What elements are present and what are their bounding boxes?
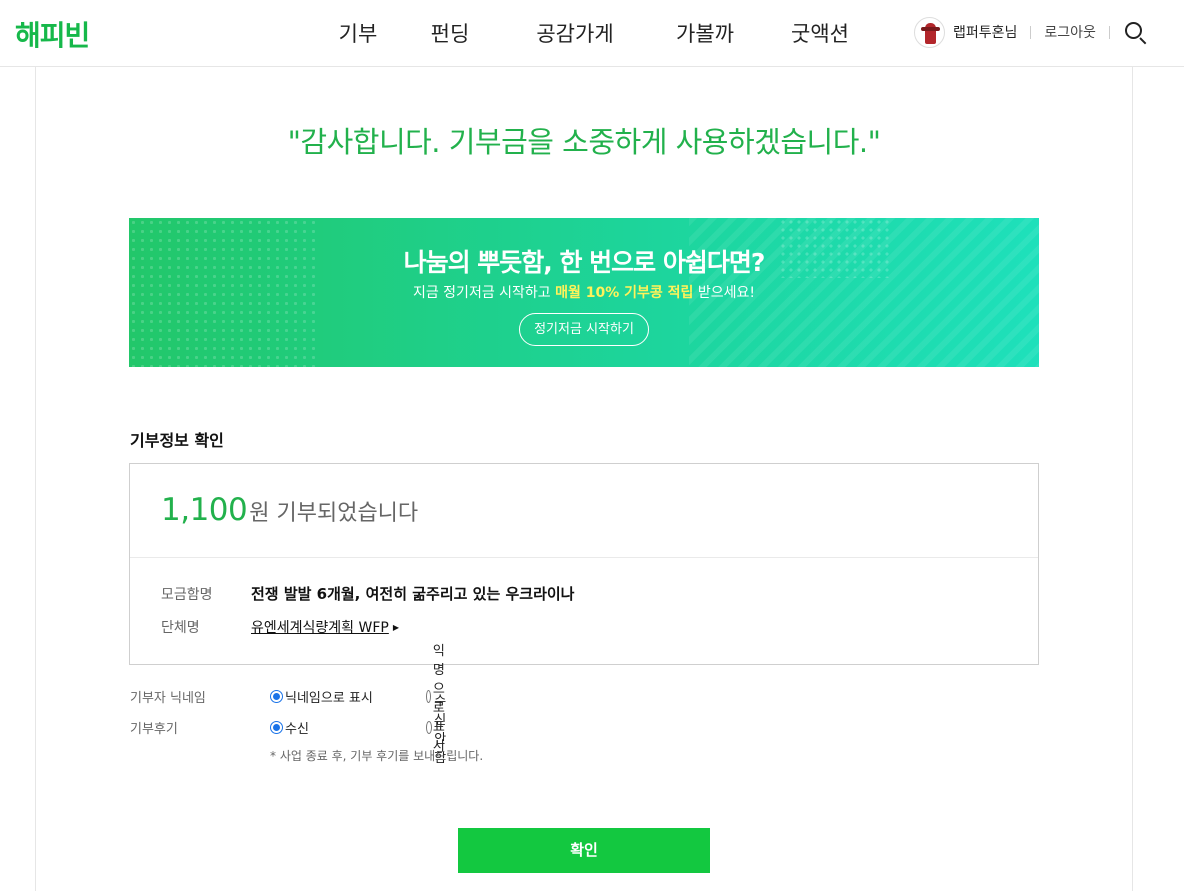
divider — [1108, 25, 1110, 39]
radio-unchecked-icon — [426, 721, 433, 734]
nickname-option-row: 기부자 닉네임 닉네임으로 표시 익명으로 표시 — [130, 644, 445, 754]
avatar-figure — [925, 22, 936, 44]
review-option-row: 기부후기 수신 수신안함 — [130, 694, 446, 766]
banner-subtitle-before: 지금 정기저금 시작하고 — [412, 285, 556, 301]
radio-checked-icon — [270, 721, 283, 734]
divider — [1030, 25, 1032, 39]
donation-amount: 1,100 원 기부되었습니다 — [161, 492, 418, 528]
org-row: 단체명 유엔세계식량계획 WFP ▶ — [161, 617, 399, 637]
amount-value: 1,100 — [161, 492, 248, 528]
campaign-row: 모금함명 전쟁 발발 6개월, 여전히 굶주리고 있는 우크라이나 — [161, 583, 574, 604]
avatar-figure-arms — [921, 26, 940, 31]
avatar[interactable] — [914, 16, 945, 48]
nav-store[interactable]: 공감가게 — [500, 18, 650, 48]
review-label: 기부후기 — [130, 722, 178, 737]
start-saving-button[interactable]: 정기저금 시작하기 — [519, 313, 649, 346]
donation-info-box: 1,100 원 기부되었습니다 모금함명 전쟁 발발 6개월, 여전히 굶주리고… — [129, 463, 1039, 665]
campaign-name: 전쟁 발발 6개월, 여전히 굶주리고 있는 우크라이나 — [251, 585, 575, 603]
user-area: 랩퍼투혼님 로그아웃 — [914, 16, 1147, 48]
section-title: 기부정보 확인 — [130, 431, 224, 450]
header: 해피빈 기부 펀딩 공감가게 가볼까 굿액션 랩퍼투혼님 로그아웃 — [0, 0, 1184, 67]
banner-subtitle-after: 받으세요! — [693, 285, 756, 301]
nav-donate[interactable]: 기부 — [316, 18, 400, 48]
search-icon-handle — [1139, 37, 1147, 45]
search-icon[interactable] — [1123, 20, 1147, 45]
radio-nickname-show[interactable]: 닉네임으로 표시 — [270, 687, 373, 706]
radio-review-receive[interactable]: 수신 — [270, 718, 309, 737]
nav-funding[interactable]: 펀딩 — [400, 18, 500, 48]
logo[interactable]: 해피빈 — [15, 14, 90, 54]
banner-subtitle: 지금 정기저금 시작하고 매월 10% 기부콩 적립 받으세요! — [129, 282, 1039, 302]
radio-label: 수신 — [285, 722, 309, 737]
main-nav: 기부 펀딩 공감가게 가볼까 굿액션 — [316, 18, 880, 48]
content-area: "감사합니다. 기부금을 소중하게 사용하겠습니다." 나눔의 뿌듯함, 한 번… — [35, 67, 1133, 891]
banner-title: 나눔의 뿌듯함, 한 번으로 아쉽다면? — [403, 248, 766, 277]
logout-link[interactable]: 로그아웃 — [1044, 22, 1096, 42]
radio-checked-icon — [270, 690, 283, 703]
nav-visit[interactable]: 가볼까 — [650, 18, 760, 48]
amount-suffix: 원 기부되었습니다 — [249, 501, 419, 526]
arrow-right-icon: ▶ — [392, 622, 399, 632]
thanks-message: "감사합니다. 기부금을 소중하게 사용하겠습니다." — [287, 125, 881, 159]
search-icon-ring — [1124, 22, 1142, 39]
confirm-button[interactable]: 확인 — [458, 828, 710, 873]
campaign-label: 모금함명 — [161, 586, 213, 603]
subscription-banner[interactable]: 나눔의 뿌듯함, 한 번으로 아쉽다면? 지금 정기저금 시작하고 매월 10%… — [129, 218, 1039, 367]
banner-highlight: 매월 10% 기부콩 적립 — [555, 285, 694, 301]
org-link[interactable]: 유엔세계식량계획 WFP — [251, 617, 389, 637]
divider — [130, 557, 1038, 558]
username[interactable]: 랩퍼투혼님 — [953, 22, 1017, 42]
nickname-label: 기부자 닉네임 — [130, 691, 206, 706]
nav-goodaction[interactable]: 굿액션 — [760, 18, 880, 48]
review-note: * 사업 종료 후, 기부 후기를 보내드립니다. — [270, 749, 484, 763]
org-label: 단체명 — [161, 620, 200, 636]
radio-label: 닉네임으로 표시 — [285, 691, 373, 706]
